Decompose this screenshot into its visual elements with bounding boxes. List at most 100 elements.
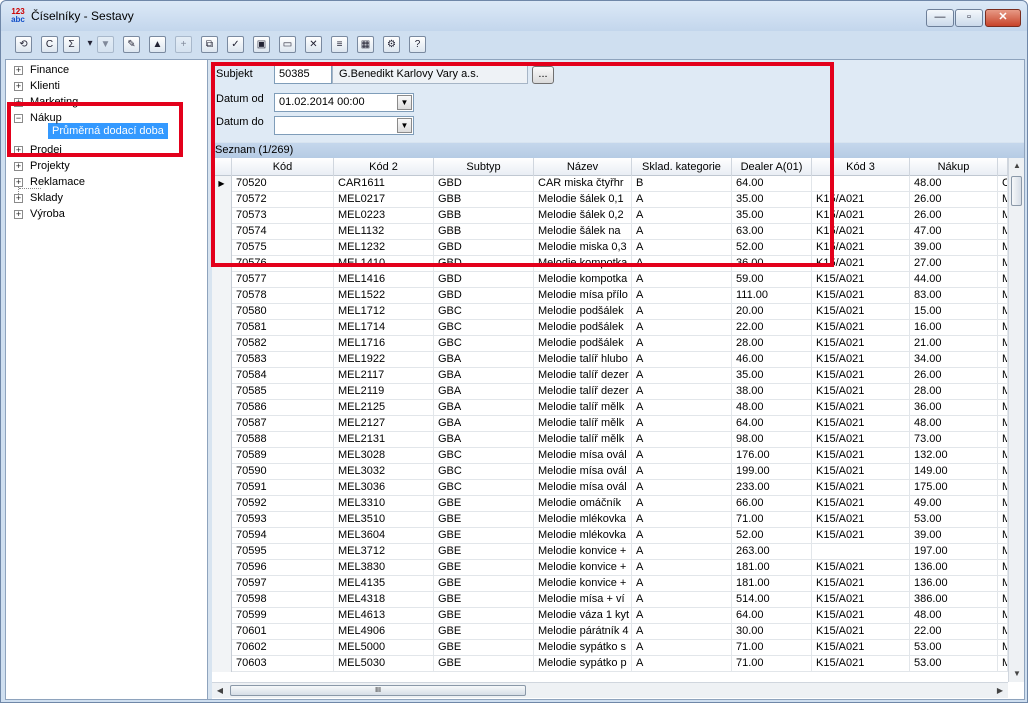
table-row[interactable]: 70603 MEL5030 GBE Melodie sypátko p A 71.00 K1… bbox=[212, 656, 1008, 672]
refresh-icon[interactable]: ⟲ bbox=[15, 36, 32, 53]
table-row[interactable]: 70578 MEL1522 GBD Melodie mísa přílo A 111.00… bbox=[212, 288, 1008, 304]
list-view-icon[interactable]: ≡ bbox=[331, 36, 348, 53]
row-header[interactable] bbox=[212, 448, 232, 464]
table-row[interactable]: 70576 MEL1410 GBD Melodie kompotka A 36.00 K15… bbox=[212, 256, 1008, 272]
report-icon[interactable]: Σ bbox=[63, 36, 80, 53]
tree-item-nakup[interactable]: − Nákup bbox=[6, 110, 206, 126]
row-header[interactable] bbox=[212, 352, 232, 368]
row-header[interactable] bbox=[212, 224, 232, 240]
expand-toggle-icon[interactable]: + bbox=[14, 146, 23, 155]
date-to-field[interactable]: ▼ bbox=[274, 116, 414, 135]
row-header[interactable] bbox=[212, 256, 232, 272]
save-icon[interactable]: ▣ bbox=[253, 36, 270, 53]
column-header[interactable]: Nákup bbox=[910, 158, 998, 176]
duplicate-icon[interactable]: ⧉ bbox=[201, 36, 218, 53]
tree-item-klienti[interactable]: + Klienti bbox=[6, 78, 206, 94]
table-row[interactable]: 70584 MEL2117 GBA Melodie talíř dezer A 35.00… bbox=[212, 368, 1008, 384]
row-header[interactable] bbox=[212, 192, 232, 208]
row-header[interactable] bbox=[212, 416, 232, 432]
row-header[interactable] bbox=[212, 304, 232, 320]
scroll-right-icon[interactable]: ▶ bbox=[992, 683, 1008, 699]
check-icon[interactable]: ✓ bbox=[227, 36, 244, 53]
date-from-dropdown-icon[interactable]: ▼ bbox=[397, 95, 412, 110]
vertical-scrollbar[interactable]: ▲ ▼ bbox=[1008, 158, 1024, 682]
row-header[interactable] bbox=[212, 208, 232, 224]
table-row[interactable]: 70601 MEL4906 GBE Melodie párátník 4 A 30.00 K… bbox=[212, 624, 1008, 640]
scroll-down-icon[interactable]: ▼ bbox=[1009, 666, 1025, 682]
tree-item-finance[interactable]: + Finance bbox=[6, 62, 206, 78]
date-to-dropdown-icon[interactable]: ▼ bbox=[397, 118, 412, 133]
column-header[interactable] bbox=[998, 158, 1008, 176]
row-header[interactable] bbox=[212, 608, 232, 624]
table-row[interactable]: 70586 MEL2125 GBA Melodie talíř mělk A 48.00 K… bbox=[212, 400, 1008, 416]
expand-toggle-icon[interactable]: + bbox=[14, 82, 23, 91]
subject-browse-button[interactable]: ... bbox=[532, 66, 554, 84]
expand-toggle-icon[interactable]: + bbox=[14, 66, 23, 75]
record-up-icon[interactable]: ▲ bbox=[149, 36, 166, 53]
table-row[interactable]: 70572 MEL0217 GBB Melodie šálek 0,1 A 35.00 K1… bbox=[212, 192, 1008, 208]
column-header[interactable]: Subtyp bbox=[434, 158, 534, 176]
table-row[interactable]: 70592 MEL3310 GBE Melodie omáčník A 66.00 K15/… bbox=[212, 496, 1008, 512]
row-header[interactable] bbox=[212, 496, 232, 512]
close-button[interactable]: ✕ bbox=[985, 9, 1021, 27]
table-row[interactable]: 70602 MEL5000 GBE Melodie sypátko s A 71.00 K1… bbox=[212, 640, 1008, 656]
row-header[interactable] bbox=[212, 240, 232, 256]
table-row[interactable]: 70582 MEL1716 GBC Melodie podšálek A 28.00 K15… bbox=[212, 336, 1008, 352]
help-icon[interactable]: ? bbox=[409, 36, 426, 53]
table-row[interactable]: 70595 MEL3712 GBE Melodie konvice + A 263.00 1… bbox=[212, 544, 1008, 560]
current-row-indicator-icon[interactable]: ▶ bbox=[212, 176, 232, 192]
tree-item-prodej[interactable]: + Prodej bbox=[6, 142, 206, 158]
row-header[interactable] bbox=[212, 640, 232, 656]
table-row[interactable]: 70573 MEL0223 GBB Melodie šálek 0,2 A 35.00 K1… bbox=[212, 208, 1008, 224]
row-header[interactable] bbox=[212, 544, 232, 560]
row-header[interactable] bbox=[212, 400, 232, 416]
expand-toggle-icon[interactable]: + bbox=[14, 194, 23, 203]
expand-toggle-icon[interactable]: + bbox=[14, 162, 23, 171]
table-row[interactable]: 70597 MEL4135 GBE Melodie konvice + A 181.00 K… bbox=[212, 576, 1008, 592]
table-row[interactable]: 70580 MEL1712 GBC Melodie podšálek A 20.00 K15… bbox=[212, 304, 1008, 320]
table-row[interactable]: 70588 MEL2131 GBA Melodie talíř mělk A 98.00 K… bbox=[212, 432, 1008, 448]
column-header[interactable]: Název bbox=[534, 158, 632, 176]
filter-icon[interactable]: ▼ bbox=[97, 36, 114, 53]
table-row[interactable]: 70598 MEL4318 GBE Melodie mísa + ví A 514.00 K… bbox=[212, 592, 1008, 608]
row-header[interactable] bbox=[212, 384, 232, 400]
vertical-scroll-thumb[interactable] bbox=[1011, 176, 1022, 206]
row-header[interactable] bbox=[212, 592, 232, 608]
table-row[interactable]: 70575 MEL1232 GBD Melodie miska 0,3 A 52.00 K1… bbox=[212, 240, 1008, 256]
table-row[interactable]: 70590 MEL3032 GBC Melodie mísa ovál A 199.00 K… bbox=[212, 464, 1008, 480]
copy-icon[interactable]: C bbox=[41, 36, 58, 53]
row-header[interactable] bbox=[212, 528, 232, 544]
dropdown-arrow-icon[interactable]: ▾ bbox=[85, 36, 95, 53]
table-row[interactable]: 70596 MEL3830 GBE Melodie konvice + A 181.00 K… bbox=[212, 560, 1008, 576]
row-header[interactable] bbox=[212, 464, 232, 480]
table-row[interactable]: 70574 MEL1132 GBB Melodie šálek na A 63.00 K15… bbox=[212, 224, 1008, 240]
column-header[interactable]: Kód 2 bbox=[334, 158, 434, 176]
row-header[interactable] bbox=[212, 512, 232, 528]
table-row[interactable]: 70599 MEL4613 GBE Melodie váza 1 kyt A 64.00 K… bbox=[212, 608, 1008, 624]
minimize-button[interactable]: — bbox=[926, 9, 954, 27]
row-header[interactable] bbox=[212, 480, 232, 496]
tree-item-vyroba[interactable]: + Výroba bbox=[6, 206, 206, 222]
row-header[interactable] bbox=[212, 432, 232, 448]
record-new-icon[interactable]: + bbox=[175, 36, 192, 53]
row-header[interactable] bbox=[212, 272, 232, 288]
tree-item-sklady[interactable]: + Sklady bbox=[6, 190, 206, 206]
row-header[interactable] bbox=[212, 368, 232, 384]
scroll-left-icon[interactable]: ◀ bbox=[212, 683, 228, 699]
table-row[interactable]: 70594 MEL3604 GBE Melodie mlékovka A 52.00 K15… bbox=[212, 528, 1008, 544]
table-row[interactable]: 70577 MEL1416 GBD Melodie kompotka A 59.00 K15… bbox=[212, 272, 1008, 288]
row-header[interactable] bbox=[212, 336, 232, 352]
row-header[interactable] bbox=[212, 320, 232, 336]
open-folder-icon[interactable]: ▭ bbox=[279, 36, 296, 53]
row-header[interactable] bbox=[212, 656, 232, 672]
delete-icon[interactable]: ✕ bbox=[305, 36, 322, 53]
tree-item-projekty[interactable]: + Projekty bbox=[6, 158, 206, 174]
table-row[interactable]: 70587 MEL2127 GBA Melodie talíř mělk A 64.00 K… bbox=[212, 416, 1008, 432]
tree-item-marketing[interactable]: + Marketing bbox=[6, 94, 206, 110]
tools-icon[interactable]: ⚙ bbox=[383, 36, 400, 53]
table-row[interactable]: 70589 MEL3028 GBC Melodie mísa ovál A 176.00 K… bbox=[212, 448, 1008, 464]
subject-code-field[interactable]: 50385 bbox=[274, 65, 332, 84]
column-header[interactable]: Dealer A(01) bbox=[732, 158, 812, 176]
horizontal-scrollbar[interactable]: ◀ III ▶ bbox=[212, 682, 1008, 698]
expand-toggle-icon[interactable]: + bbox=[14, 98, 23, 107]
